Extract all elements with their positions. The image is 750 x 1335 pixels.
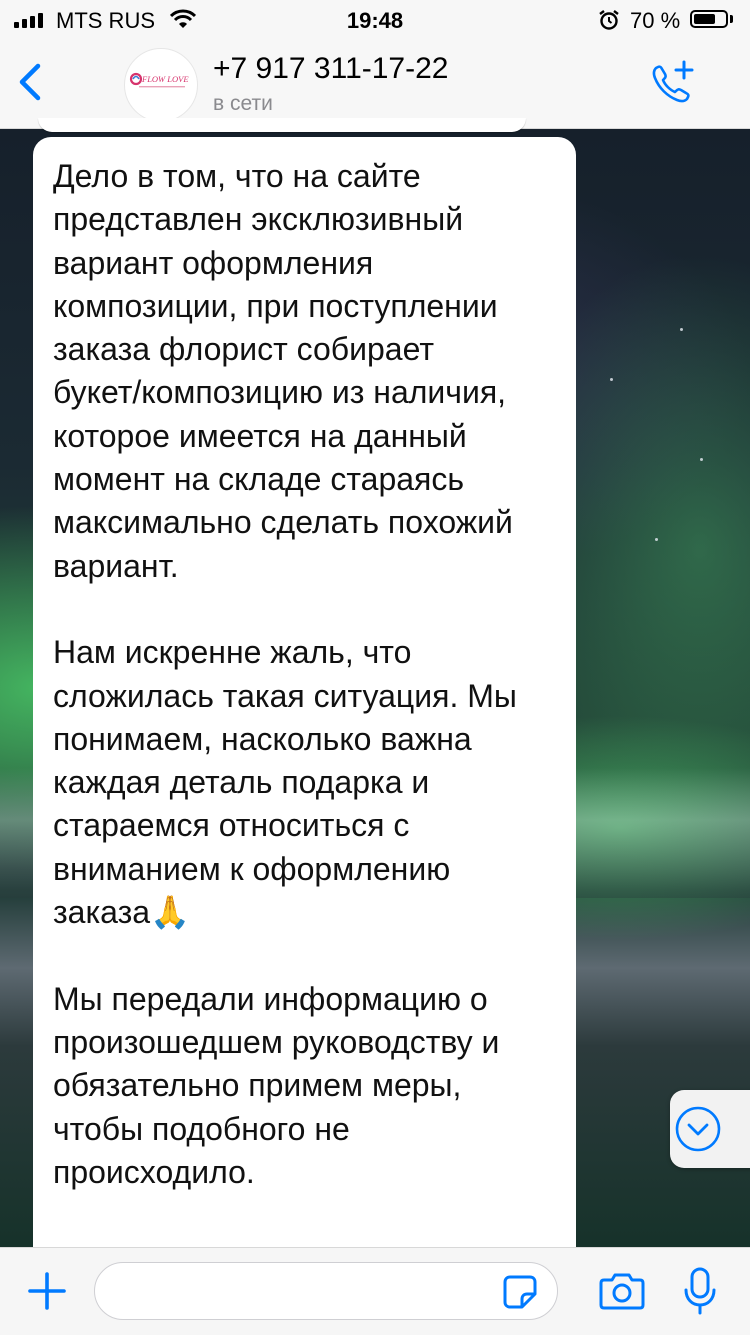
contact-name[interactable]: +7 917 311-17-22 bbox=[213, 52, 448, 86]
battery-percent: 70 % bbox=[630, 8, 681, 33]
message-text: Дело в том, что на сайте представлен экс… bbox=[53, 158, 517, 1190]
wallpaper-star bbox=[680, 328, 683, 331]
battery-tip bbox=[730, 15, 733, 23]
sticker-icon bbox=[503, 1275, 537, 1309]
back-button[interactable] bbox=[14, 60, 46, 109]
wallpaper-star bbox=[700, 458, 703, 461]
attach-button[interactable] bbox=[26, 1270, 68, 1317]
wallpaper-star bbox=[610, 378, 613, 381]
incoming-message-bubble[interactable]: Дело в том, что на сайте представлен экс… bbox=[33, 137, 576, 1267]
chat-header: FLOW LOVE +7 917 311-17-22 в сети bbox=[0, 40, 750, 129]
camera-icon bbox=[599, 1273, 645, 1310]
previous-message-bubble bbox=[38, 118, 526, 132]
contact-avatar[interactable]: FLOW LOVE bbox=[124, 48, 198, 122]
svg-text:FLOW LOVE: FLOW LOVE bbox=[141, 74, 189, 84]
phone-plus-icon bbox=[652, 60, 694, 103]
call-button[interactable] bbox=[648, 58, 700, 113]
chevron-down-circle-icon bbox=[675, 1106, 721, 1152]
contact-online-status: в сети bbox=[213, 92, 273, 115]
plus-icon bbox=[28, 1272, 66, 1310]
alarm-icon bbox=[598, 9, 620, 37]
microphone-icon bbox=[684, 1267, 716, 1315]
battery-level-fill bbox=[694, 14, 715, 24]
sticker-button[interactable] bbox=[502, 1274, 538, 1315]
wallpaper-star bbox=[655, 538, 658, 541]
flow-love-logo: FLOW LOVE bbox=[129, 72, 189, 88]
status-bar: MTS RUS 19:48 70 % bbox=[0, 0, 750, 40]
voice-message-button[interactable] bbox=[682, 1266, 718, 1323]
battery-icon bbox=[690, 10, 728, 28]
message-input-bar bbox=[0, 1247, 750, 1335]
scroll-to-bottom-button[interactable] bbox=[670, 1090, 750, 1168]
camera-button[interactable] bbox=[598, 1270, 646, 1317]
chevron-left-icon bbox=[19, 63, 41, 101]
message-input[interactable] bbox=[94, 1262, 558, 1320]
